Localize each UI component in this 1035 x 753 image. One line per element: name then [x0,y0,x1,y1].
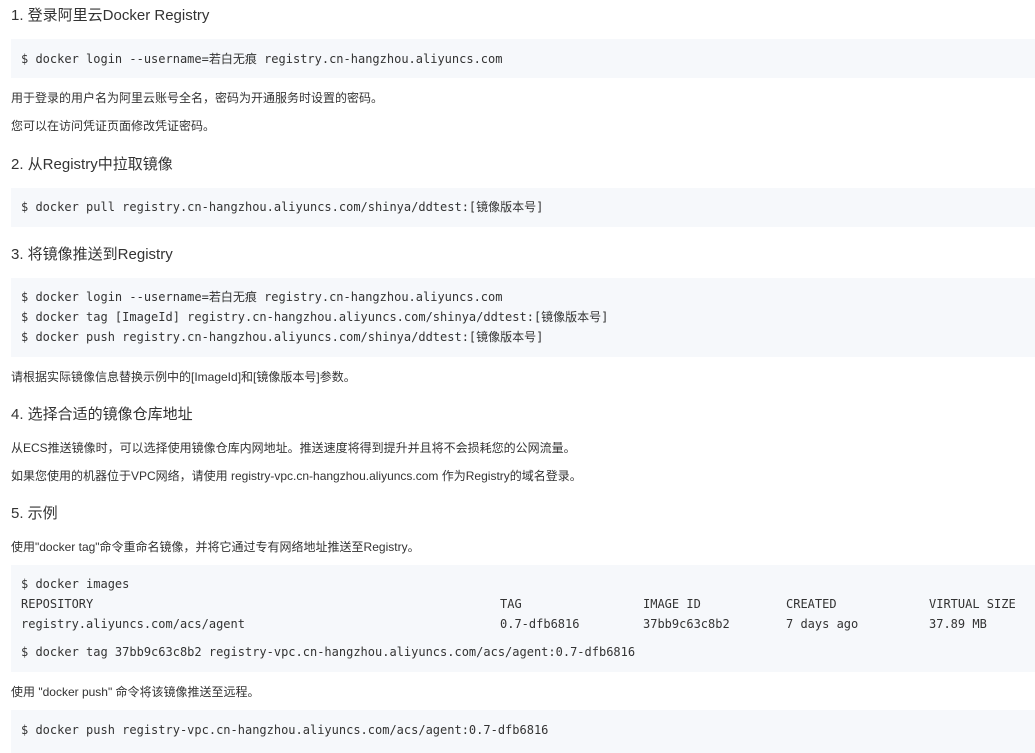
code-line[interactable]: $ docker login --username=若白无痕 registry.… [21,289,502,305]
table-cell-created: 7 days ago [786,617,859,631]
code-line[interactable]: $ docker login --username=若白无痕 registry.… [21,51,502,67]
table-header-created: CREATED [786,597,837,611]
address-note-ecs: 从ECS推送镜像时，可以选择使用镜像仓库内网地址。推送速度将得到提升并且将不会损… [11,441,576,455]
code-block-example: $ docker images REPOSITORY TAG IMAGE ID … [11,565,1035,672]
login-note-username: 用于登录的用户名为阿里云账号全名，密码为开通服务时设置的密码。 [11,91,384,105]
section-heading-address: 4. 选择合适的镜像仓库地址 [11,406,193,423]
section-heading-push: 3. 将镜像推送到Registry [11,246,173,263]
section-heading-login: 1. 登录阿里云Docker Registry [11,7,210,24]
example-intro: 使用"docker tag"命令重命名镜像，并将它通过专有网络地址推送至Regi… [11,540,420,554]
code-block-push-vpc: $ docker push registry-vpc.cn-hangzhou.a… [11,710,1035,753]
code-line[interactable]: $ docker push registry-vpc.cn-hangzhou.a… [21,722,548,738]
table-header-virtual-size: VIRTUAL SIZE [929,597,1016,611]
code-block-pull: $ docker pull registry.cn-hangzhou.aliyu… [11,188,1035,227]
code-line[interactable]: $ docker push registry.cn-hangzhou.aliyu… [21,329,543,345]
table-header-image-id: IMAGE ID [643,597,701,611]
push-note: 请根据实际镜像信息替换示例中的[ImageId]和[镜像版本号]参数。 [11,370,356,384]
code-line[interactable]: $ docker images [21,576,129,592]
table-cell-tag: 0.7-dfb6816 [500,617,580,631]
code-block-push: $ docker login --username=若白无痕 registry.… [11,278,1035,357]
section-heading-example: 5. 示例 [11,505,58,522]
table-cell-virtual-size: 37.89 MB [929,617,987,631]
table-cell-image-id: 37bb9c63c8b2 [643,617,730,631]
login-note-password: 您可以在访问凭证页面修改凭证密码。 [11,119,216,133]
table-cell-repository: registry.aliyuncs.com/acs/agent [21,617,245,631]
table-header-repository: REPOSITORY [21,597,94,611]
section-heading-pull: 2. 从Registry中拉取镜像 [11,156,173,173]
code-line[interactable]: $ docker tag [ImageId] registry.cn-hangz… [21,309,608,325]
push-remote-note: 使用 "docker push" 命令将该镜像推送至远程。 [11,685,260,699]
address-note-vpc: 如果您使用的机器位于VPC网络，请使用 registry-vpc.cn-hang… [11,469,582,483]
table-header-tag: TAG [500,597,522,611]
code-block-login: $ docker login --username=若白无痕 registry.… [11,39,1035,78]
code-line[interactable]: $ docker tag 37bb9c63c8b2 registry-vpc.c… [21,644,635,660]
code-line[interactable]: $ docker pull registry.cn-hangzhou.aliyu… [21,199,543,215]
